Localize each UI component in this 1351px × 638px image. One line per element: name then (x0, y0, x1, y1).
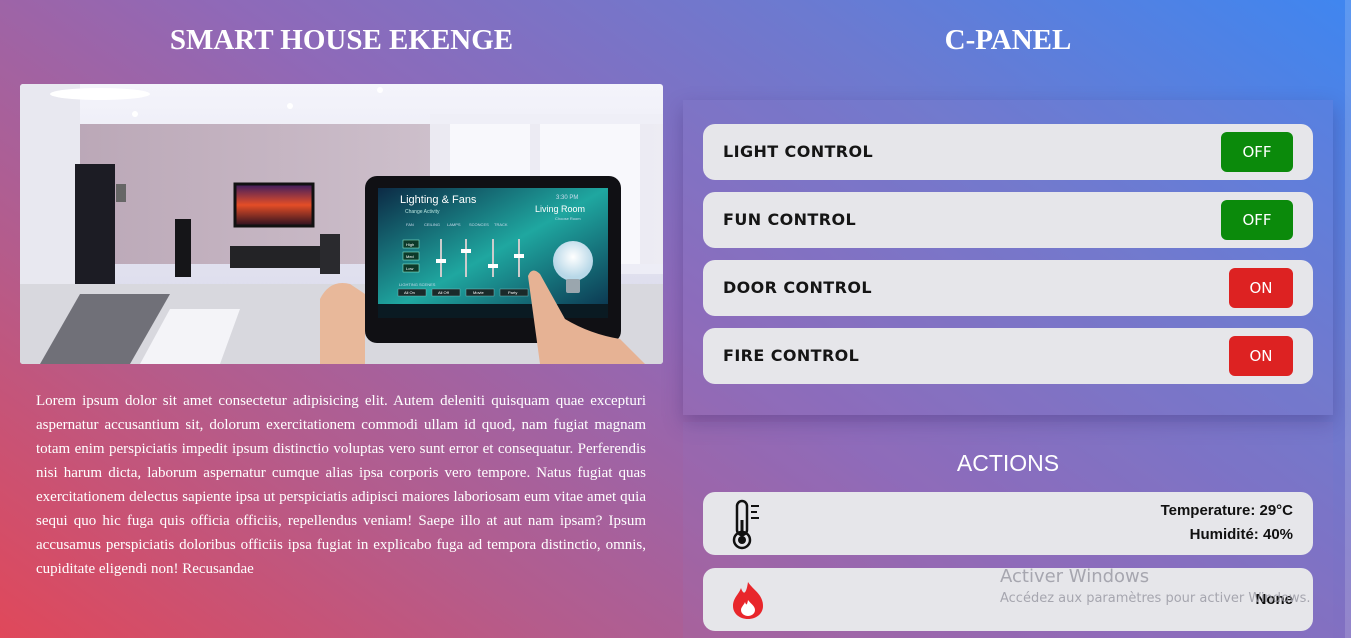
actions-title: ACTIONS (956, 450, 1060, 476)
description-paragraph: Lorem ipsum dolor sit amet consectetur a… (36, 393, 646, 577)
fire-control-label: FIRE CONTROL (723, 346, 860, 365)
fire-icon (729, 580, 767, 625)
tablet-scene-party: Party (508, 290, 517, 295)
smart-home-image: Lighting & Fans Change Activity 3:30 PM … (20, 84, 663, 364)
tablet-fan-low: Low (406, 266, 413, 271)
windows-activation-subtitle: Accédez aux paramètres pour activer Wind… (1000, 591, 1311, 606)
tablet-subheading: Change Activity (405, 209, 440, 215)
fun-control-label: FUN CONTROL (723, 210, 857, 229)
tablet-scenes-label: LIGHTING SCENES (399, 282, 436, 287)
humidity-value: Humidité: 40% (1189, 526, 1293, 543)
fun-toggle-button[interactable]: OFF (1221, 200, 1293, 240)
tablet-time: 3:30 PM (556, 195, 578, 201)
tablet-col-lamps: LAMPS (447, 222, 461, 227)
site-title: SMART HOUSE EKENGE (169, 24, 514, 56)
windows-activation-title: Activer Windows (1000, 566, 1150, 587)
door-toggle-button[interactable]: ON (1229, 268, 1293, 308)
tablet-scene-all-on: All On (404, 290, 415, 295)
fire-control-row: FIRE CONTROL ON (703, 328, 1313, 384)
fire-toggle-button[interactable]: ON (1229, 336, 1293, 376)
tablet-scene-all-off: All Off (438, 290, 450, 295)
tablet-col-fan: FAN (406, 222, 414, 227)
tablet-col-ceiling: CEILING (424, 222, 440, 227)
tablet-scene-movie: Movie (473, 290, 484, 295)
tablet-fan-high: High (406, 242, 414, 247)
tablet-col-sconces: SCONCES (469, 222, 489, 227)
light-control-row: LIGHT CONTROL OFF (703, 124, 1313, 180)
cpanel-title: C-PANEL (944, 24, 1072, 56)
light-control-label: LIGHT CONTROL (723, 142, 874, 161)
light-toggle-button[interactable]: OFF (1221, 132, 1293, 172)
tablet-col-track: TRACK (494, 222, 508, 227)
tablet-room: Living Room (535, 204, 585, 214)
door-control-row: DOOR CONTROL ON (703, 260, 1313, 316)
page-scrollbar[interactable] (1345, 0, 1351, 638)
door-control-label: DOOR CONTROL (723, 278, 872, 297)
thermometer-icon (731, 498, 763, 555)
temperature-row: Temperature: 29°C Humidité: 40% (703, 492, 1313, 555)
tablet-fan-med: Med (406, 254, 414, 259)
tablet-room-sub: Choose Room (555, 216, 581, 221)
temperature-value: Temperature: 29°C (1160, 502, 1293, 519)
tablet-heading: Lighting & Fans (400, 194, 477, 206)
fun-control-row: FUN CONTROL OFF (703, 192, 1313, 248)
